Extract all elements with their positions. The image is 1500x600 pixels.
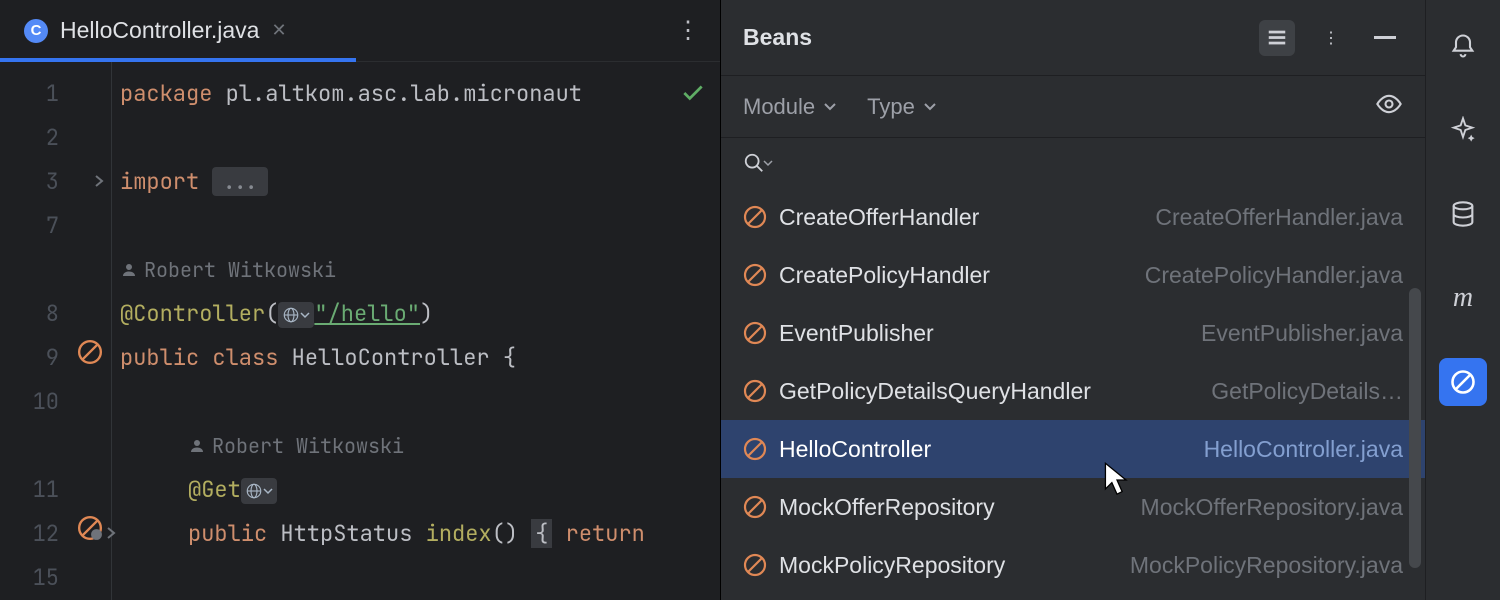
bean-item[interactable]: EventPublisher EventPublisher.java	[721, 304, 1425, 362]
chevron-down-icon	[823, 100, 837, 114]
endpoint-gutter-icon[interactable]	[77, 512, 103, 556]
bean-icon	[743, 321, 767, 345]
author-annotation[interactable]: Robert Witkowski	[112, 424, 720, 468]
scrollbar-thumb[interactable]	[1409, 288, 1421, 568]
bean-file: CreatePolicyHandler.java	[1145, 262, 1403, 289]
editor-tab[interactable]: C HelloController.java ✕	[12, 9, 299, 52]
bean-item[interactable]: CreateOfferHandler CreateOfferHandler.ja…	[721, 188, 1425, 246]
beans-title: Beans	[743, 24, 812, 51]
bean-file: GetPolicyDetails…	[1211, 378, 1403, 405]
bean-icon	[743, 437, 767, 461]
bean-item[interactable]: CreatePolicyHandler CreatePolicyHandler.…	[721, 246, 1425, 304]
more-options-button[interactable]: ⋮	[1313, 20, 1349, 56]
tab-filename: HelloController.java	[60, 17, 259, 44]
bean-name: MockOfferRepository	[779, 494, 995, 521]
database-button[interactable]	[1439, 190, 1487, 238]
globe-icon[interactable]	[278, 302, 314, 328]
type-filter[interactable]: Type	[867, 94, 937, 120]
bean-item[interactable]: HelloController HelloController.java	[721, 420, 1425, 478]
bean-gutter-icon[interactable]	[77, 336, 103, 380]
editor-tab-bar: C HelloController.java ✕ ⋮	[0, 0, 720, 62]
beans-tool-window: Beans ⋮ Module Type	[720, 0, 1425, 600]
bean-name: MockPolicyRepository	[779, 552, 1005, 579]
bean-icon	[743, 379, 767, 403]
fold-chevron-icon[interactable]	[91, 160, 107, 204]
search-icon	[743, 152, 765, 174]
notifications-button[interactable]	[1439, 22, 1487, 70]
view-mode-button[interactable]	[1259, 20, 1295, 56]
globe-icon[interactable]	[241, 478, 277, 504]
author-annotation[interactable]: Robert Witkowski	[112, 248, 720, 292]
beans-filter-bar: Module Type	[721, 76, 1425, 138]
code-content[interactable]: package pl.altkom.asc.lab.micronaut impo…	[112, 62, 720, 600]
chevron-down-icon	[923, 100, 937, 114]
tab-overflow-button[interactable]: ⋮	[668, 8, 708, 53]
bean-file: EventPublisher.java	[1201, 320, 1403, 347]
bean-file: MockPolicyRepository.java	[1130, 552, 1403, 579]
bean-name: EventPublisher	[779, 320, 934, 347]
bean-icon	[743, 553, 767, 577]
bean-item[interactable]: MockOfferRepository MockOfferRepository.…	[721, 478, 1425, 536]
beans-header: Beans ⋮	[721, 0, 1425, 76]
bean-item[interactable]: MockPolicyRepository MockPolicyRepositor…	[721, 536, 1425, 594]
beans-button[interactable]	[1439, 358, 1487, 406]
ai-assistant-button[interactable]	[1439, 106, 1487, 154]
chevron-down-icon	[763, 158, 773, 168]
maven-button[interactable]: m	[1439, 274, 1487, 322]
bean-file: HelloController.java	[1204, 436, 1403, 463]
visibility-toggle[interactable]	[1375, 90, 1403, 123]
class-icon: C	[24, 19, 48, 43]
code-area[interactable]: 1 2 3 7 8 9 10 11 12	[0, 62, 720, 600]
beans-list: CreateOfferHandler CreateOfferHandler.ja…	[721, 188, 1425, 600]
import-fold[interactable]: ...	[212, 167, 268, 196]
bean-name: HelloController	[779, 436, 931, 463]
module-filter[interactable]: Module	[743, 94, 837, 120]
bean-item[interactable]: GetPolicyDetailsQueryHandler GetPolicyDe…	[721, 362, 1425, 420]
bean-name: CreateOfferHandler	[779, 204, 979, 231]
bean-icon	[743, 205, 767, 229]
right-toolbar: m	[1425, 0, 1500, 600]
minimize-button[interactable]	[1367, 20, 1403, 56]
bean-name: GetPolicyDetailsQueryHandler	[779, 378, 1091, 405]
editor-pane: C HelloController.java ✕ ⋮ 1 2 3 7 8 9	[0, 0, 720, 600]
close-icon[interactable]: ✕	[271, 20, 286, 41]
gutter: 1 2 3 7 8 9 10 11 12	[0, 62, 112, 600]
bean-icon	[743, 263, 767, 287]
bean-file: CreateOfferHandler.java	[1155, 204, 1403, 231]
beans-search[interactable]	[721, 138, 1425, 188]
bean-icon	[743, 495, 767, 519]
bean-file: MockOfferRepository.java	[1141, 494, 1403, 521]
bean-name: CreatePolicyHandler	[779, 262, 990, 289]
